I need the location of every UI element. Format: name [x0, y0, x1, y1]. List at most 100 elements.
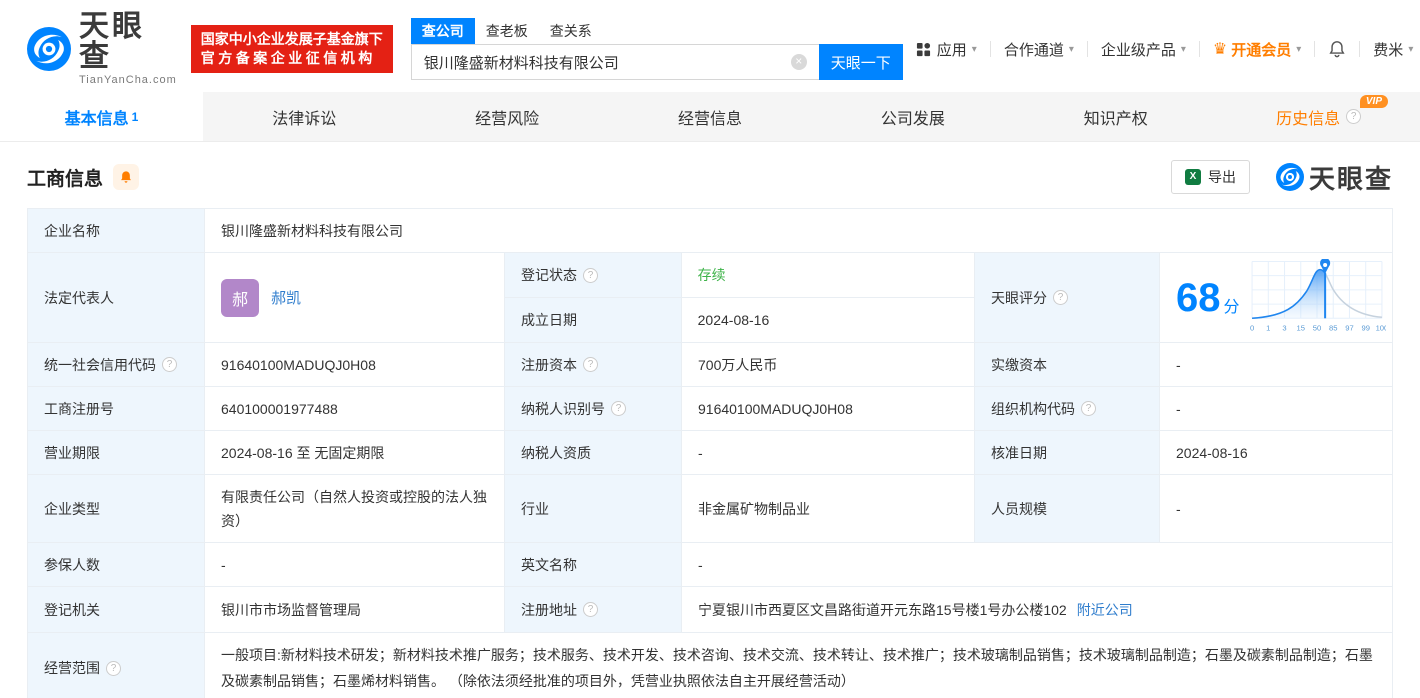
page-header: 天眼查 TianYanCha.com 国家中小企业发展子基金旗下 官方备案企业征…	[0, 0, 1420, 90]
tianyancha-logo[interactable]: 天眼查 TianYanCha.com	[27, 12, 177, 86]
svg-text:85: 85	[1329, 323, 1337, 332]
field-label: 天眼评分 ?	[975, 253, 1160, 342]
tab-intellectual-property[interactable]: 知识产权	[1014, 92, 1217, 141]
address-cell: 宁夏银川市西夏区文昌路街道开元东路15号楼1号办公楼102 附近公司	[682, 587, 1392, 632]
field-value: -	[1160, 387, 1392, 430]
search-tab-relation[interactable]: 查关系	[539, 18, 603, 44]
chevron-down-icon: ▾	[1068, 43, 1074, 55]
badge-line2: 官方备案企业征信机构	[200, 50, 376, 66]
vip-badge: VIP	[1359, 95, 1389, 108]
logo-subtitle: TianYanCha.com	[79, 74, 177, 86]
government-certification-badge: 国家中小企业发展子基金旗下 官方备案企业征信机构	[190, 25, 393, 73]
tab-operation-risk[interactable]: 经营风险	[406, 92, 609, 141]
field-value: 银川市市场监督管理局	[205, 587, 505, 632]
tab-company-development[interactable]: 公司发展	[811, 92, 1014, 141]
watermark-text: 天眼查	[1308, 163, 1393, 194]
field-label-text: 组织机构代码	[991, 400, 1075, 417]
nav-item-enterprise-products[interactable]: 企业级产品 ▾	[1088, 39, 1199, 60]
search-button[interactable]: 天眼一下	[818, 44, 903, 80]
section-header: 工商信息 X 导出 天眼查	[27, 160, 1393, 194]
tab-history-info[interactable]: VIP 历史信息 ?	[1217, 92, 1420, 141]
field-label: 经营范围 ?	[28, 633, 205, 698]
field-value: -	[1160, 475, 1392, 542]
help-icon[interactable]: ?	[583, 357, 598, 372]
tab-label: 经营风险	[475, 110, 540, 128]
help-icon[interactable]: ?	[162, 357, 177, 372]
nav-item-user[interactable]: 费米 ▾	[1360, 39, 1420, 60]
field-label: 参保人数	[28, 543, 205, 586]
field-label: 纳税人识别号 ?	[505, 387, 682, 430]
svg-text:0: 0	[1250, 323, 1254, 332]
help-icon[interactable]: ?	[1053, 290, 1068, 305]
help-icon[interactable]: ?	[583, 602, 598, 617]
tab-basic-info[interactable]: 基本信息 1	[0, 92, 203, 141]
tianyancha-watermark: 天眼查	[1275, 159, 1393, 196]
field-value: 有限责任公司（自然人投资或控股的法人独资）	[205, 475, 505, 542]
help-icon[interactable]: ?	[583, 267, 598, 283]
top-nav: 应用 ▾ 合作通道 ▾ 企业级产品 ▾ ♛ 开通会员 ▾ 费米 ▾	[903, 39, 1420, 60]
field-value: 宁夏银川市西夏区文昌路街道开元东路15号楼1号办公楼102	[698, 601, 1067, 618]
svg-text:3: 3	[1282, 323, 1286, 332]
bell-icon	[1329, 41, 1345, 58]
field-label: 法定代表人	[28, 253, 205, 342]
help-icon[interactable]: ?	[1346, 109, 1362, 124]
help-icon[interactable]: ?	[106, 660, 121, 676]
apps-grid-icon	[916, 42, 930, 56]
nav-label: 企业级产品	[1100, 41, 1176, 59]
nearby-companies-link[interactable]: 附近公司	[1077, 600, 1133, 620]
table-row: 参保人数 - 英文名称 -	[28, 543, 1392, 587]
tab-label: 历史信息	[1276, 110, 1341, 128]
tianyancha-logo-icon	[27, 27, 71, 71]
chevron-down-icon: ▾	[971, 43, 977, 55]
svg-text:100: 100	[1376, 323, 1386, 332]
field-value: -	[682, 543, 1392, 586]
table-row: 营业期限 2024-08-16 至 无固定期限 纳税人资质 - 核准日期 202…	[28, 431, 1392, 475]
tab-count: 1	[131, 109, 139, 124]
field-label: 成立日期	[505, 298, 682, 342]
export-label: 导出	[1207, 169, 1236, 185]
badge-line1: 国家中小企业发展子基金旗下	[200, 31, 383, 47]
nav-item-apps[interactable]: 应用 ▾	[903, 39, 990, 60]
svg-text:50: 50	[1313, 323, 1321, 332]
score-value: 68	[1176, 275, 1221, 320]
field-label-text: 注册资本	[521, 356, 577, 373]
status-badge: 存续	[681, 253, 974, 297]
search-tab-boss[interactable]: 查老板	[475, 18, 539, 44]
field-label: 统一社会信用代码 ?	[28, 343, 205, 386]
field-value: -	[682, 431, 975, 474]
chevron-down-icon: ▾	[1296, 43, 1302, 55]
tianyancha-logo-icon	[1275, 163, 1304, 191]
field-value: 一般项目:新材料技术研发；新材料技术推广服务；技术服务、技术开发、技术咨询、技术…	[221, 647, 1373, 689]
field-label-text: 纳税人识别号	[521, 400, 605, 417]
field-label: 注册地址 ?	[505, 587, 682, 632]
sub-column: 登记状态 ? 存续 成立日期 2024-08-16	[505, 253, 975, 342]
field-label-text: 统一社会信用代码	[44, 356, 156, 373]
monitor-bell-button[interactable]	[113, 164, 140, 190]
field-value: -	[205, 543, 505, 586]
notification-bell[interactable]	[1315, 40, 1359, 58]
field-label: 行业	[505, 475, 682, 542]
nav-item-open-membership[interactable]: ♛ 开通会员 ▾	[1200, 39, 1314, 60]
tab-label: 经营信息	[678, 110, 743, 128]
help-icon[interactable]: ?	[1081, 401, 1096, 416]
search-tab-company[interactable]: 查公司	[410, 18, 475, 44]
tab-legal-litigation[interactable]: 法律诉讼	[203, 92, 406, 141]
help-icon[interactable]: ?	[611, 401, 626, 416]
field-label-text: 经营范围	[44, 660, 100, 676]
tab-operation-info[interactable]: 经营信息	[609, 92, 812, 141]
nav-item-partner-channel[interactable]: 合作通道 ▾	[991, 39, 1087, 60]
field-value: 2024-08-16	[1160, 431, 1392, 474]
svg-text:1: 1	[1266, 323, 1270, 332]
export-button[interactable]: X 导出	[1170, 160, 1250, 194]
search-tabs: 查公司 查老板 查关系	[410, 18, 903, 44]
tab-label: 法律诉讼	[272, 110, 337, 128]
legal-rep-link[interactable]: 郝凯	[271, 287, 301, 308]
field-label-text: 注册地址	[521, 601, 577, 618]
table-row: 统一社会信用代码 ? 91640100MADUQJ0H08 注册资本 ? 700…	[28, 343, 1392, 387]
score-unit: 分	[1223, 298, 1240, 316]
search-input[interactable]	[410, 44, 819, 80]
table-row: 企业类型 有限责任公司（自然人投资或控股的法人独资） 行业 非金属矿物制品业 人…	[28, 475, 1392, 543]
field-label: 企业名称	[28, 209, 205, 252]
avatar[interactable]: 郝	[221, 278, 259, 317]
clear-icon[interactable]: ×	[790, 54, 807, 70]
